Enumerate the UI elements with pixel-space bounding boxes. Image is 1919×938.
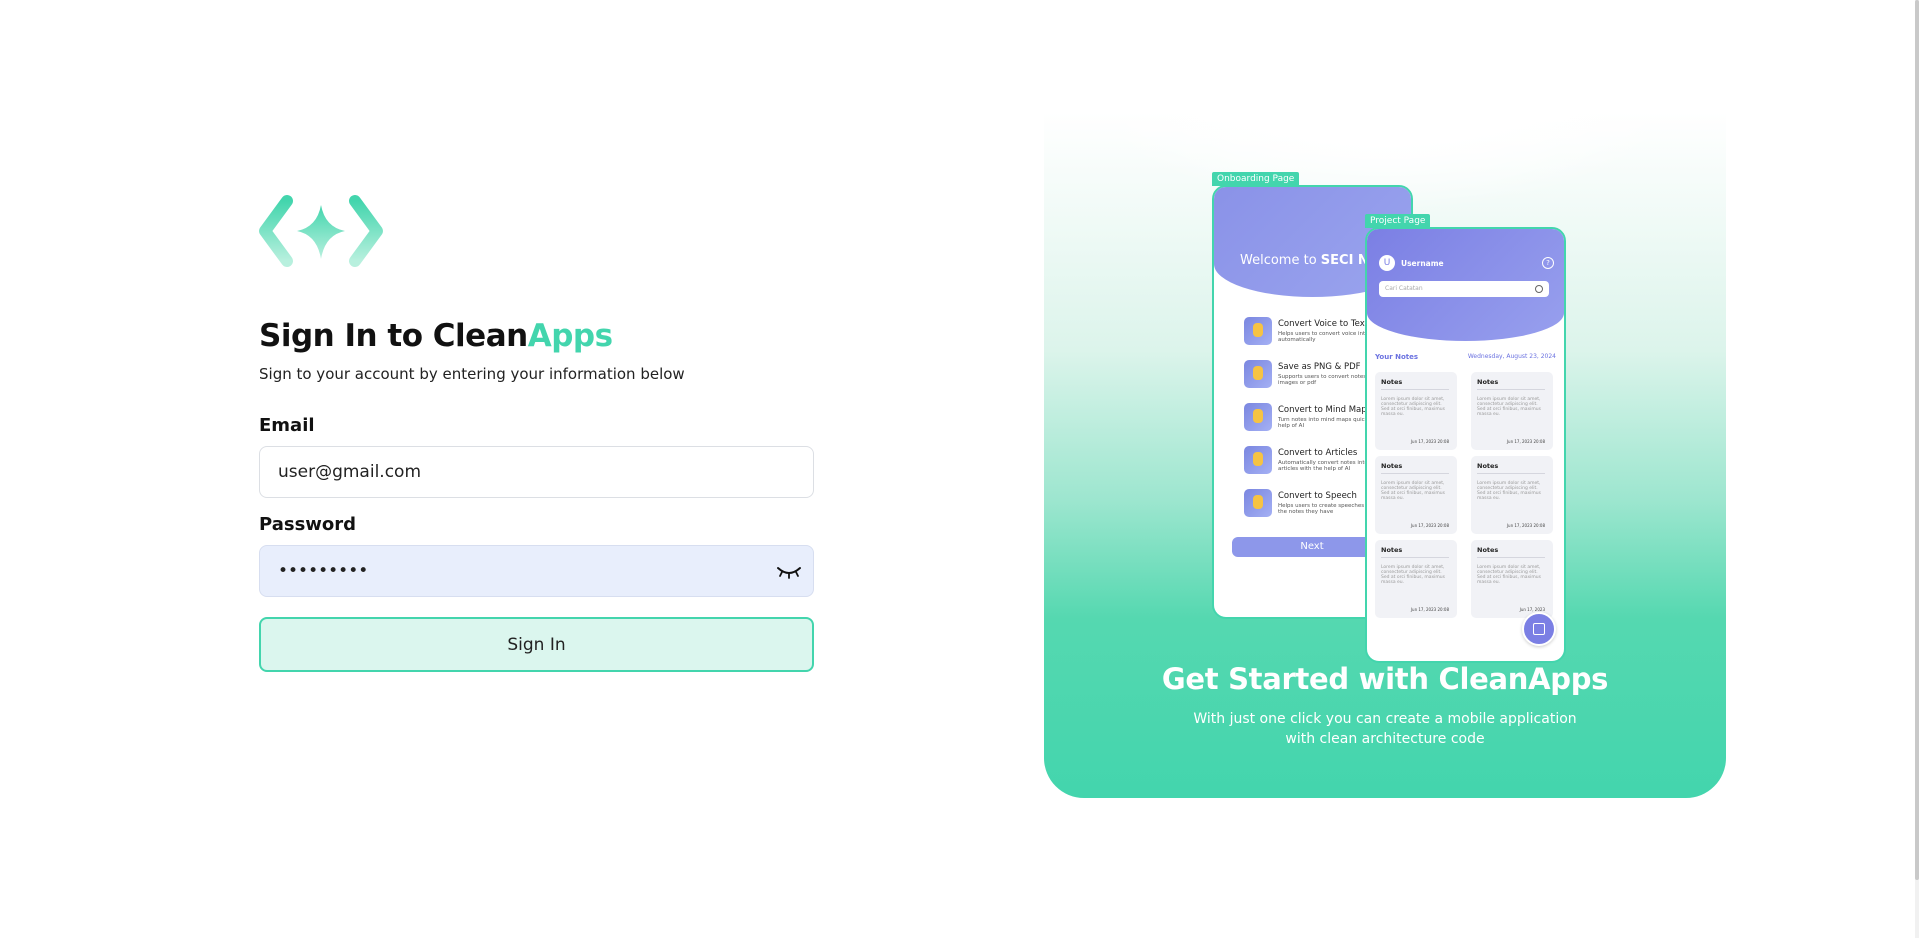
- welcome-text: Welcome to SECI No: [1240, 253, 1378, 268]
- email-field-wrapper: [259, 446, 814, 498]
- showcase-panel: Onboarding Page Welcome to SECI No Conve…: [1044, 52, 1726, 798]
- showcase-title: Get Started with CleanApps: [1161, 662, 1609, 696]
- email-field[interactable]: [276, 461, 797, 483]
- avatar: U: [1379, 255, 1395, 271]
- password-field-wrapper: [259, 545, 814, 597]
- note-card: Notes Lorem ipsum dolor sit amet, consec…: [1375, 456, 1457, 534]
- search-icon: [1535, 285, 1543, 293]
- title-accent: Apps: [527, 318, 613, 354]
- scrollbar-thumb[interactable]: [1915, 0, 1919, 880]
- onboarding-tag: Onboarding Page: [1212, 172, 1300, 186]
- signin-section: Sign In to CleanApps Sign to your accoun…: [259, 195, 814, 672]
- note-card: Notes Lorem ipsum dolor sit amet, consec…: [1471, 456, 1553, 534]
- mind-map-icon: [1244, 403, 1272, 431]
- password-label: Password: [259, 514, 357, 535]
- search-input: Cari Catatan: [1379, 281, 1549, 297]
- speech-icon: [1244, 489, 1272, 517]
- help-icon: ?: [1542, 257, 1554, 269]
- article-icon: [1244, 446, 1272, 474]
- your-notes-label: Your Notes: [1375, 353, 1419, 361]
- diamond-chevrons-logo-icon: [259, 195, 383, 267]
- showcase-subtitle: With just one click you can create a mob…: [1193, 711, 1577, 747]
- note-card: Notes Lorem ipsum dolor sit amet, consec…: [1375, 540, 1457, 618]
- username: Username: [1401, 259, 1444, 268]
- signin-button[interactable]: Sign In: [259, 617, 814, 672]
- page-title: Sign In to CleanApps: [259, 318, 613, 354]
- lightbulb-icon: [1244, 317, 1272, 345]
- note-card: Notes Lorem ipsum dolor sit amet, consec…: [1375, 372, 1457, 450]
- project-phone-mockup: U Username ? Cari Catatan Your Notes Wed…: [1365, 227, 1566, 663]
- note-card: Notes Lorem ipsum dolor sit amet, consec…: [1471, 372, 1553, 450]
- project-tag: Project Page: [1365, 214, 1431, 228]
- edit-note-icon: [1522, 612, 1556, 646]
- page-scrollbar[interactable]: [1915, 0, 1919, 938]
- page-subtitle: Sign to your account by entering your in…: [259, 365, 685, 383]
- email-label: Email: [259, 415, 315, 436]
- note-card: Notes Lorem ipsum dolor sit amet, consec…: [1471, 540, 1553, 618]
- password-field[interactable]: [276, 560, 797, 582]
- notes-date: Wednesday, August 23, 2024: [1467, 353, 1556, 360]
- image-doc-icon: [1244, 360, 1272, 388]
- eye-closed-icon[interactable]: [775, 562, 803, 582]
